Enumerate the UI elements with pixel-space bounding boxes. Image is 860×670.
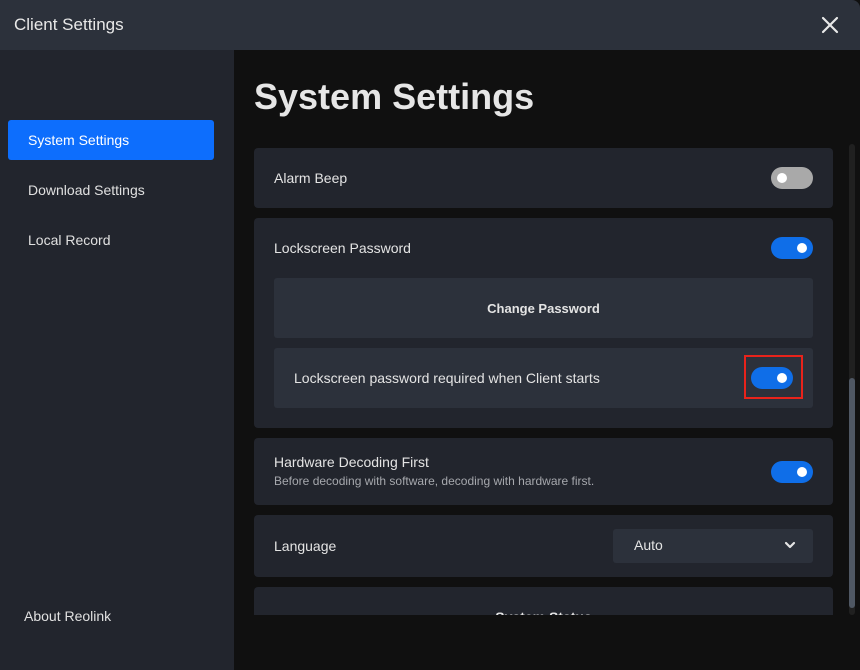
alarm-beep-card: Alarm Beep <box>254 148 833 208</box>
toggle-knob <box>797 467 807 477</box>
lockscreen-password-label: Lockscreen Password <box>274 240 411 256</box>
page-title: System Settings <box>254 76 535 117</box>
about-reolink-link[interactable]: About Reolink <box>24 608 111 624</box>
sidebar-item-download-settings[interactable]: Download Settings <box>8 170 214 210</box>
sidebar-item-label: Local Record <box>28 232 111 248</box>
language-select[interactable]: Auto <box>613 529 813 563</box>
lockscreen-required-toggle[interactable] <box>751 367 793 389</box>
toggle-knob <box>797 243 807 253</box>
system-status-card[interactable]: System Status <box>254 587 833 615</box>
settings-list: Alarm Beep Lockscreen Password Change Pa… <box>254 148 833 615</box>
system-status-label: System Status <box>254 609 833 615</box>
change-password-label: Change Password <box>487 300 600 316</box>
change-password-button[interactable]: Change Password <box>274 278 813 338</box>
close-button[interactable] <box>818 13 842 37</box>
sidebar-item-label: System Settings <box>28 132 130 148</box>
hardware-decoding-card: Hardware Decoding First Before decoding … <box>254 438 833 505</box>
hardware-decoding-label: Hardware Decoding First <box>274 454 429 470</box>
toggle-knob <box>777 373 787 383</box>
scrollbar-thumb[interactable] <box>849 378 855 608</box>
lockscreen-password-card: Lockscreen Password Change Password Lock… <box>254 218 833 428</box>
sidebar-item-system-settings[interactable]: System Settings <box>8 120 214 160</box>
client-settings-window: Client Settings System Settings Download… <box>0 0 860 670</box>
hardware-decoding-description: Before decoding with software, decoding … <box>274 474 595 488</box>
close-icon <box>821 16 839 34</box>
alarm-beep-label: Alarm Beep <box>274 170 348 186</box>
language-selected-value: Auto <box>634 537 663 553</box>
scrollbar-track[interactable] <box>849 144 855 615</box>
sidebar-item-local-record[interactable]: Local Record <box>8 220 214 260</box>
sidebar-item-label: Download Settings <box>28 182 145 198</box>
main-panel: System Settings Alarm Beep Lockscreen Pa… <box>234 50 860 670</box>
alarm-beep-toggle[interactable] <box>771 167 813 189</box>
language-label: Language <box>274 538 337 554</box>
hardware-decoding-toggle[interactable] <box>771 461 813 483</box>
lockscreen-required-label: Lockscreen password required when Client… <box>294 370 600 386</box>
window-title: Client Settings <box>14 15 124 34</box>
sidebar: System Settings Download Settings Local … <box>0 50 234 670</box>
lockscreen-password-toggle[interactable] <box>771 237 813 259</box>
language-card: Language Auto <box>254 515 833 577</box>
toggle-knob <box>777 173 787 183</box>
title-bar: Client Settings <box>0 0 860 50</box>
chevron-down-icon <box>784 541 796 549</box>
lockscreen-required-on-start-row: Lockscreen password required when Client… <box>274 348 813 408</box>
